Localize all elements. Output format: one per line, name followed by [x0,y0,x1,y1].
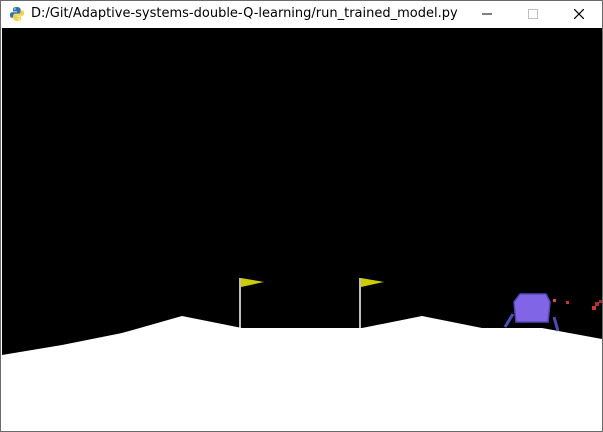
minimize-button[interactable] [464,1,510,27]
particle [595,302,599,306]
close-button[interactable] [556,1,602,27]
particle [566,301,569,304]
particle [599,300,602,303]
game-canvas[interactable] [2,28,602,428]
python-icon [9,6,25,22]
particle [592,306,596,310]
maximize-button[interactable] [510,1,556,27]
app-window: D:/Git/Adaptive-systems-double-Q-learnin… [0,0,603,432]
lander-body [513,293,551,323]
maximize-icon [528,9,538,19]
particle [553,299,556,302]
close-icon [574,9,584,19]
minimize-icon [482,13,492,15]
window-title: D:/Git/Adaptive-systems-double-Q-learnin… [31,6,458,21]
title-bar[interactable]: D:/Git/Adaptive-systems-double-Q-learnin… [1,1,602,27]
